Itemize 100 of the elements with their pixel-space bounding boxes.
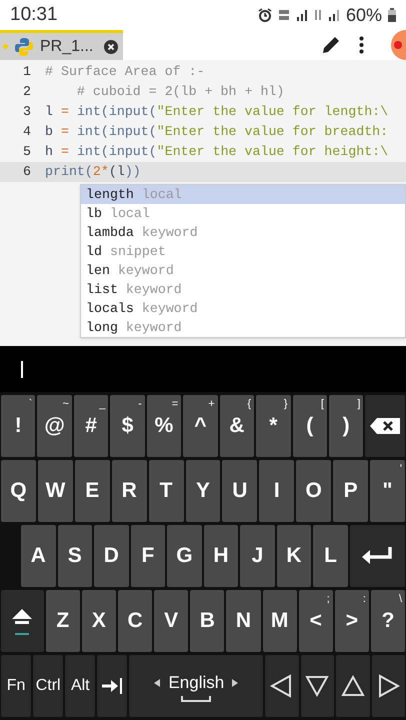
line-number: 4 [22, 123, 32, 142]
keyboard-key[interactable]: ) ] [328, 395, 364, 457]
keyboard-key[interactable]: " ' [370, 460, 405, 522]
alarm-icon [258, 8, 272, 22]
keyboard-key[interactable]: H [204, 525, 238, 587]
code-line: 2 # cuboid = 2(lb + bh + hl) [0, 82, 406, 102]
keyboard-key[interactable]: ( [ [292, 395, 327, 457]
keyboard-key[interactable]: B [190, 590, 224, 652]
key-hint: : [362, 593, 366, 605]
key-hint: ' [400, 463, 402, 475]
enter-key[interactable] [350, 525, 406, 587]
keyboard-key[interactable]: A [21, 525, 56, 587]
keyboard-key[interactable]: Y [186, 460, 220, 522]
close-icon[interactable] [104, 40, 118, 54]
modifier-key[interactable]: Fn [1, 655, 32, 717]
shift-key[interactable] [1, 590, 44, 652]
arrow-up-icon [340, 673, 366, 699]
completion-item[interactable]: lb local [81, 204, 405, 223]
status-time: 10:31 [10, 2, 58, 27]
keyboard-key[interactable]: ? \ [370, 590, 406, 652]
enter-icon [361, 545, 394, 567]
keyboard-key[interactable]: V [154, 590, 188, 652]
signal-icon [328, 9, 340, 21]
key-hint: = [172, 398, 178, 410]
keyboard-key[interactable]: G [167, 525, 202, 587]
key-hint: ; [326, 593, 330, 605]
text-cursor [21, 360, 23, 378]
code-line: 3 l = int(input("Enter the value for length:\ [0, 102, 406, 122]
key-hint: ] [357, 398, 360, 410]
pencil-icon[interactable] [321, 35, 341, 55]
modifier-key[interactable]: Alt [65, 655, 96, 717]
keyboard-key[interactable]: I [259, 460, 294, 522]
completion-item[interactable]: lambda keyword [81, 223, 405, 242]
arrow-key[interactable] [372, 655, 406, 717]
completion-item[interactable]: locals keyword [81, 299, 405, 318]
battery-percent: 60% [346, 4, 382, 26]
more-vertical-icon[interactable] [359, 36, 364, 54]
keyboard-key[interactable]: C [118, 590, 152, 652]
keyboard-key[interactable]: D [94, 525, 129, 587]
editor-tab[interactable]: PR_1... [0, 30, 123, 60]
completion-item[interactable]: long keyword [81, 318, 405, 337]
completion-item[interactable]: length local [81, 185, 405, 204]
line-number: 2 [22, 83, 32, 102]
backspace-key[interactable] [365, 395, 405, 457]
tab-title: PR_1... [40, 36, 94, 56]
keyboard-key[interactable]: ! ` [1, 395, 36, 457]
keyboard-key[interactable]: # _ [74, 395, 108, 457]
keyboard-key[interactable]: L [313, 525, 348, 587]
keyboard-key[interactable]: W [38, 460, 73, 522]
keyboard-key[interactable]: > : [334, 590, 369, 652]
lock-indicator-icon [15, 632, 30, 634]
keyboard-key[interactable]: K [276, 525, 312, 587]
keyboard-key[interactable]: % = [146, 395, 182, 457]
completion-item[interactable]: list keyword [81, 280, 405, 299]
arrow-key[interactable] [336, 655, 370, 717]
keyboard-key[interactable]: * } [256, 395, 290, 457]
keyboard-key[interactable]: M [262, 590, 297, 652]
keyboard-key[interactable]: T [148, 460, 184, 522]
keyboard-key[interactable]: N [226, 590, 261, 652]
keyboard-key[interactable]: O [296, 460, 332, 522]
key-hint: { [247, 398, 252, 410]
key-hint: } [284, 398, 288, 410]
keyboard-key[interactable]: $ - [110, 395, 145, 457]
space-bar-icon [181, 696, 212, 702]
space-key[interactable]: English [129, 655, 264, 717]
line-number: 3 [22, 103, 32, 122]
tab-key[interactable] [97, 655, 128, 717]
modifier-key[interactable]: Ctrl [33, 655, 64, 717]
keyboard-key[interactable]: @ ~ [37, 395, 72, 457]
keyboard-key[interactable]: X [82, 590, 116, 652]
keyboard-key[interactable]: R [112, 460, 147, 522]
keyboard-key[interactable]: ^ + [183, 395, 218, 457]
completion-item[interactable]: len keyword [81, 261, 405, 280]
keyboard-key[interactable]: < ; [298, 590, 333, 652]
keyboard-key[interactable]: F [130, 525, 166, 587]
code-line: 4 b = int(input("Enter the value for breadth: [0, 122, 406, 142]
keyboard-key[interactable]: J [240, 525, 275, 587]
backspace-icon [369, 417, 402, 435]
key-hint: \ [399, 593, 402, 605]
arrow-down-icon [304, 673, 330, 699]
battery-icon [388, 8, 396, 22]
key-hint: ~ [62, 398, 69, 410]
arrow-key[interactable] [300, 655, 334, 717]
signal-icon [296, 9, 308, 21]
key-hint: + [208, 398, 215, 410]
mobile-data-icon [314, 9, 322, 21]
keyboard-key[interactable]: Q [1, 460, 36, 522]
line-number: 5 [22, 143, 32, 162]
arrow-key[interactable] [265, 655, 299, 717]
caret-left-icon [154, 679, 160, 687]
keyboard-key[interactable]: P [333, 460, 368, 522]
line-number: 1 [22, 63, 32, 82]
keyboard-key[interactable]: S [58, 525, 92, 587]
keyboard-key[interactable]: U [222, 460, 258, 522]
keyboard-key[interactable]: Z [46, 590, 80, 652]
completion-item[interactable]: ld snippet [81, 242, 405, 261]
keyboard-key[interactable]: & { [220, 395, 254, 457]
caret-right-icon [232, 679, 238, 687]
key-hint: ` [28, 398, 32, 410]
keyboard-key[interactable]: E [74, 460, 110, 522]
